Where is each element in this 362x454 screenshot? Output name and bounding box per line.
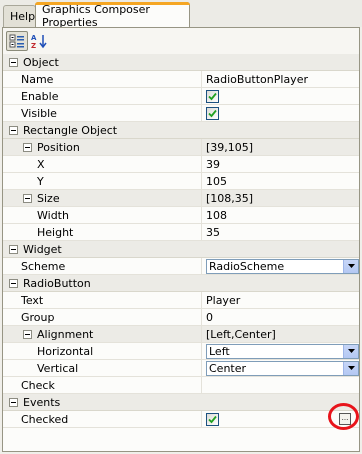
property-row-checked[interactable]: Checked ... [3,411,359,428]
categorized-button[interactable] [6,31,28,51]
property-value[interactable]: [39,105] [201,139,359,155]
property-row-height[interactable]: Height 35 [3,224,359,241]
property-label: Group [21,310,55,324]
enable-checkbox[interactable] [206,89,219,103]
category-label: Rectangle Object [23,123,118,137]
chevron-down-icon [347,366,355,370]
category-widget[interactable]: Widget [3,241,359,258]
property-row-alignment[interactable]: Alignment [Left,Center] [3,326,359,343]
property-value[interactable]: Player [201,292,359,308]
vertical-dropdown[interactable]: Center [206,360,359,376]
collapse-icon[interactable] [9,57,18,67]
chevron-down-icon [347,349,355,353]
property-label: X [37,157,45,171]
horizontal-dropdown[interactable]: Left [206,343,359,359]
category-object[interactable]: Object [3,54,359,71]
tab-bar: Help Graphics Composer Properties [0,0,362,29]
property-value[interactable]: 108 [201,207,359,223]
category-label: Widget [23,242,62,256]
property-label: Checked [21,412,69,426]
tab-help-label: Help [10,10,36,23]
property-row-size[interactable]: Size [108,35] [3,190,359,207]
tab-properties-label: Graphics Composer Properties [42,2,150,29]
property-value[interactable]: RadioButtonPlayer [201,71,359,87]
property-label: Visible [21,106,57,120]
vertical-selected-value: Center [209,361,247,375]
check-icon [208,415,217,423]
property-row-x[interactable]: X 39 [3,156,359,173]
property-label: Width [37,208,69,222]
categorized-icon [9,34,24,48]
property-label: Height [37,225,74,239]
property-value[interactable]: 0 [201,309,359,325]
svg-text:Z: Z [31,42,36,49]
collapse-icon[interactable] [9,244,18,254]
property-row-horizontal[interactable]: Horizontal Left [3,343,359,360]
ellipsis-button[interactable]: ... [339,413,351,425]
property-value[interactable]: 105 [201,173,359,189]
category-label: Object [23,55,59,69]
dropdown-button[interactable] [343,361,358,375]
property-row-scheme[interactable]: Scheme RadioScheme [3,258,359,275]
property-row-position[interactable]: Position [39,105] [3,139,359,156]
property-label: Scheme [21,259,66,273]
property-row-group[interactable]: Group 0 [3,309,359,326]
collapse-icon[interactable] [9,278,18,288]
tab-help[interactable]: Help [3,5,36,27]
property-value[interactable]: [108,35] [201,190,359,206]
visible-checkbox[interactable] [206,106,219,120]
alphabetical-icon: A Z [31,34,47,49]
property-label: Position [37,140,80,154]
property-label: Enable [21,89,59,103]
property-row-vertical[interactable]: Vertical Center [3,360,359,377]
alphabetical-button[interactable]: A Z [28,31,50,51]
property-value[interactable]: 39 [201,156,359,172]
tab-graphics-composer-properties[interactable]: Graphics Composer Properties [35,2,190,29]
property-label: Check [21,378,55,392]
property-label: Horizontal [37,344,94,358]
collapse-icon[interactable] [9,125,18,135]
property-row-name[interactable]: Name RadioButtonPlayer [3,71,359,88]
scheme-selected-value: RadioScheme [209,259,285,273]
checked-checkbox[interactable] [206,412,219,426]
properties-panel: A Z Object Name RadioButtonPlayer Enable… [2,27,360,452]
property-label: Alignment [37,327,94,341]
property-row-width[interactable]: Width 108 [3,207,359,224]
property-value[interactable]: 35 [201,224,359,240]
property-row-visible[interactable]: Visible [3,105,359,122]
category-rectangle-object[interactable]: Rectangle Object [3,122,359,139]
category-label: Events [23,395,61,409]
collapse-icon[interactable] [23,142,32,152]
property-value[interactable]: [Left,Center] [201,326,359,342]
collapse-icon[interactable] [9,397,18,407]
horizontal-selected-value: Left [209,344,230,358]
scheme-dropdown[interactable]: RadioScheme [206,258,359,274]
property-label: Y [37,174,44,188]
property-toolbar: A Z [3,28,359,54]
collapse-icon[interactable] [23,329,32,339]
property-row-text[interactable]: Text Player [3,292,359,309]
check-icon [208,109,217,117]
property-label: Name [21,72,54,86]
collapse-icon[interactable] [23,193,32,203]
property-row-check[interactable]: Check [3,377,359,394]
svg-text:A: A [31,34,37,42]
property-label: Text [21,293,44,307]
property-row-y[interactable]: Y 105 [3,173,359,190]
property-label: Vertical [37,361,79,375]
chevron-down-icon [347,264,355,268]
property-label: Size [37,191,60,205]
dropdown-button[interactable] [343,344,358,358]
dropdown-button[interactable] [343,259,358,273]
property-grid: Object Name RadioButtonPlayer Enable Vis… [3,54,359,428]
property-row-enable[interactable]: Enable [3,88,359,105]
category-radiobutton[interactable]: RadioButton [3,275,359,292]
check-icon [208,92,217,100]
category-events[interactable]: Events [3,394,359,411]
category-label: RadioButton [23,276,91,290]
